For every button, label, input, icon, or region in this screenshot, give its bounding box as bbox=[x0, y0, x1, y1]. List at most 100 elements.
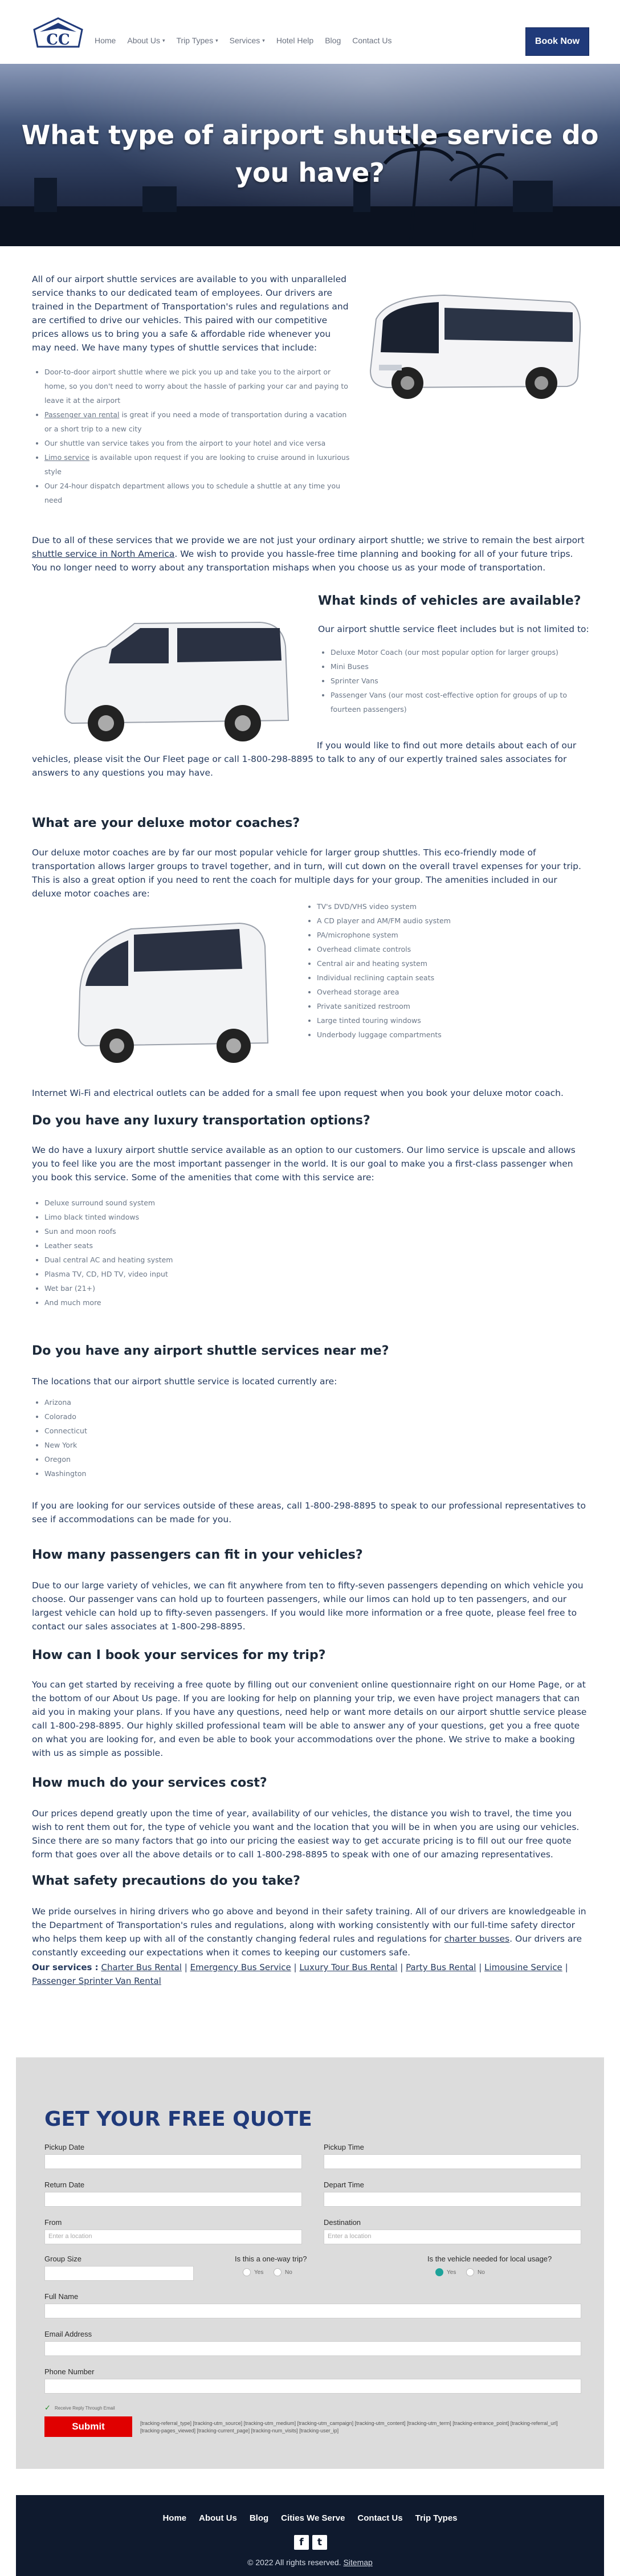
twitter-icon[interactable]: t bbox=[312, 2535, 327, 2550]
vehicle-item: Sprinter Vans bbox=[331, 674, 586, 688]
service-type-text: Door-to-door airport shuttle where we pi… bbox=[44, 368, 348, 405]
local-usage-label: Is the vehicle needed for local usage? bbox=[427, 2255, 552, 2263]
service-type-item: Door-to-door airport shuttle where we pi… bbox=[44, 365, 351, 407]
nav-item-label: Services bbox=[229, 36, 260, 45]
book-now-button[interactable]: Book Now bbox=[525, 27, 589, 56]
service-link[interactable]: Party Bus Rental bbox=[406, 1962, 476, 1972]
amenity-item: PA/microphone system bbox=[317, 928, 578, 942]
nav-item-hotel-help[interactable]: Hotel Help bbox=[276, 36, 319, 45]
charter-busses-link[interactable]: charter busses bbox=[444, 1934, 510, 1944]
return-date-label: Return Date bbox=[44, 2180, 85, 2189]
vehicles-closing: If you would like to find out more detai… bbox=[32, 739, 588, 780]
deluxe-closing: Internet Wi-Fi and electrical outlets ca… bbox=[32, 1088, 564, 1098]
local-no-radio[interactable] bbox=[466, 2268, 474, 2276]
nav-item-label: Trip Types bbox=[176, 36, 214, 45]
luxury-amenity-item: Limo black tinted windows bbox=[44, 1210, 374, 1224]
email-label: Email Address bbox=[44, 2330, 92, 2338]
location-item: Washington bbox=[44, 1466, 374, 1481]
page-title: What type of airport shuttle service do … bbox=[21, 120, 599, 188]
amenity-item: Overhead climate controls bbox=[317, 942, 578, 956]
service-link[interactable]: Charter Bus Rental bbox=[101, 1962, 182, 1972]
email-field[interactable] bbox=[44, 2341, 581, 2356]
group-size-label: Group Size bbox=[44, 2255, 82, 2263]
amenity-item: Underbody luggage compartments bbox=[317, 1028, 578, 1042]
nav-item-trip-types[interactable]: Trip Types ▾ bbox=[176, 36, 223, 45]
deluxe-paragraph: Our deluxe motor coaches are by far our … bbox=[32, 847, 581, 899]
luxury-amenity-item: Plasma TV, CD, HD TV, video input bbox=[44, 1267, 374, 1281]
checkmark-icon[interactable]: ✓ bbox=[44, 2404, 51, 2412]
depart-time-field[interactable] bbox=[324, 2192, 581, 2207]
luxury-amenity-item: And much more bbox=[44, 1295, 374, 1310]
footer-nav-home[interactable]: Home bbox=[162, 2513, 186, 2523]
nav-item-label: Home bbox=[95, 36, 116, 45]
service-link[interactable]: Emergency Bus Service bbox=[190, 1962, 291, 1972]
service-type-link[interactable]: Limo service bbox=[44, 453, 89, 462]
one-way-yes-radio[interactable] bbox=[243, 2268, 251, 2276]
footer-nav-contact-us[interactable]: Contact Us bbox=[357, 2513, 402, 2523]
one-way-no-radio[interactable] bbox=[274, 2268, 282, 2276]
main-nav: Home About Us ▾ Trip Types ▾ Services ▾ Hotel H… bbox=[95, 36, 403, 45]
luxury-amenity-item: Deluxe surround sound system bbox=[44, 1196, 374, 1210]
pickup-date-field[interactable] bbox=[44, 2154, 302, 2169]
vehicles-heading: What kinds of vehicles are available? bbox=[318, 594, 581, 608]
service-link[interactable]: Passenger Sprinter Van Rental bbox=[32, 1976, 161, 1986]
footer-nav-about-us[interactable]: About Us bbox=[199, 2513, 237, 2523]
company-logo[interactable]: CC bbox=[32, 17, 84, 52]
free-quote-form: GET YOUR FREE QUOTE Pickup Date Pickup T… bbox=[16, 2057, 604, 2469]
pickup-time-field[interactable] bbox=[324, 2154, 581, 2169]
sitemap-link[interactable]: Sitemap bbox=[343, 2558, 372, 2567]
amenity-item: Individual reclining captain seats bbox=[317, 971, 578, 985]
amenity-item: TV's DVD/VHS video system bbox=[317, 899, 578, 914]
nav-item-contact-us[interactable]: Contact Us bbox=[352, 36, 397, 45]
location-list: ArizonaColoradoConnecticutNew YorkOregon… bbox=[32, 1395, 374, 1481]
chevron-down-icon: ▾ bbox=[262, 37, 265, 43]
footer-nav-trip-types[interactable]: Trip Types bbox=[415, 2513, 458, 2523]
amenity-item: Private sanitized restroom bbox=[317, 999, 578, 1013]
from-field[interactable]: Enter a location bbox=[44, 2229, 302, 2244]
full-name-field[interactable] bbox=[44, 2304, 581, 2318]
nav-item-home[interactable]: Home bbox=[95, 36, 121, 45]
location-item: New York bbox=[44, 1438, 374, 1452]
destination-field[interactable]: Enter a location bbox=[324, 2229, 581, 2244]
logo-text: CC bbox=[46, 31, 70, 48]
amenity-item: Central air and heating system bbox=[317, 956, 578, 971]
nav-item-about-us[interactable]: About Us ▾ bbox=[127, 36, 170, 45]
return-date-field[interactable] bbox=[44, 2192, 302, 2207]
nav-item-services[interactable]: Services ▾ bbox=[230, 36, 271, 45]
amenity-item: Overhead storage area bbox=[317, 985, 578, 999]
passengers-heading: How many passengers can fit in your vehi… bbox=[32, 1548, 363, 1562]
service-type-text: is available upon request if you are loo… bbox=[44, 453, 350, 476]
pickup-time-label: Pickup Time bbox=[324, 2143, 364, 2151]
coach-bus-image bbox=[369, 294, 581, 399]
footer-nav-blog[interactable]: Blog bbox=[250, 2513, 268, 2523]
from-label: From bbox=[44, 2218, 62, 2227]
nav-item-label: Hotel Help bbox=[276, 36, 314, 45]
submit-button[interactable]: Submit bbox=[44, 2416, 132, 2437]
service-link[interactable]: Luxury Tour Bus Rental bbox=[299, 1962, 397, 1972]
shuttle-service-link[interactable]: shuttle service in North America bbox=[32, 549, 174, 559]
nav-item-label: Contact Us bbox=[352, 36, 392, 45]
services-label: Our services : bbox=[32, 1962, 99, 1972]
luxury-heading: Do you have any luxury transportation op… bbox=[32, 1114, 370, 1128]
mini-bus-image bbox=[78, 922, 269, 1063]
cost-paragraph: Our prices depend greatly upon the time … bbox=[32, 1808, 580, 1860]
local-yes-radio[interactable] bbox=[435, 2268, 443, 2276]
group-size-field[interactable] bbox=[44, 2266, 194, 2281]
receive-reply-label: Receive Reply Through Email bbox=[55, 2406, 115, 2411]
intro-paragraph: All of our airport shuttle services are … bbox=[32, 274, 349, 353]
phone-field[interactable] bbox=[44, 2379, 581, 2394]
luxury-amenity-item: Leather seats bbox=[44, 1238, 374, 1253]
copyright: © 2022 All rights reserved. Sitemap bbox=[16, 2558, 604, 2567]
vehicle-item: Mini Buses bbox=[331, 659, 586, 674]
passengers-paragraph: Due to our large variety of vehicles, we… bbox=[32, 1580, 584, 1632]
luxury-amenity-item: Sun and moon roofs bbox=[44, 1224, 374, 1238]
nav-item-blog[interactable]: Blog bbox=[325, 36, 346, 45]
service-link[interactable]: Limousine Service bbox=[484, 1962, 562, 1972]
facebook-icon[interactable]: f bbox=[294, 2535, 309, 2550]
service-type-item: Our shuttle van service takes you from t… bbox=[44, 436, 351, 450]
amenity-item: Large tinted touring windows bbox=[317, 1013, 578, 1028]
chevron-down-icon: ▾ bbox=[215, 37, 218, 43]
service-type-link[interactable]: Passenger van rental bbox=[44, 410, 119, 419]
safety-paragraph: We pride ourselves in hiring drivers who… bbox=[32, 1905, 588, 1959]
footer-nav-cities-we-serve[interactable]: Cities We Serve bbox=[281, 2513, 345, 2523]
